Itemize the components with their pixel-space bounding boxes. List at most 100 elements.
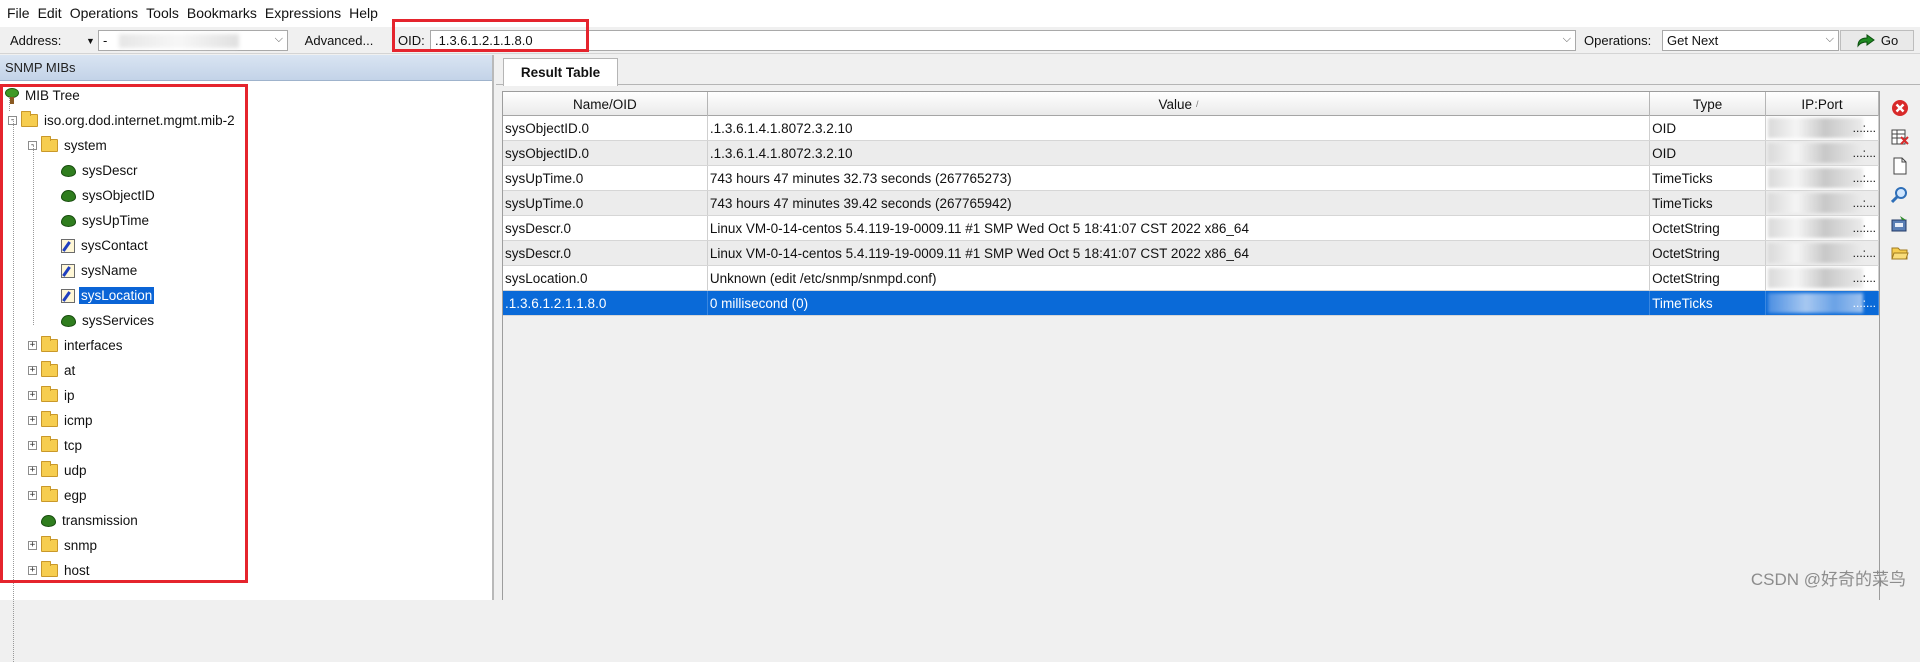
menu-file[interactable]: File (3, 0, 34, 27)
table-row[interactable]: .1.3.6.1.2.1.1.8.0 0 millisecond (0) TimeT… (503, 291, 1880, 316)
sort-indicator-icon: / (1196, 99, 1199, 109)
menu-expressions[interactable]: Expressions (261, 0, 345, 27)
result-table: Name/OID Value / Type IP:Port sysObjectID… (502, 91, 1880, 600)
cell-ip-port: ...:... (1766, 166, 1880, 190)
cell-ip-port: ...:... (1766, 191, 1880, 215)
column-header-label: IP:Port (1801, 96, 1843, 112)
cell-name: sysObjectID.0 (503, 141, 708, 165)
menu-edit[interactable]: Edit (34, 0, 66, 27)
column-header-label: Name/OID (573, 96, 637, 112)
cell-ip-port: ...:... (1766, 141, 1880, 165)
menu-bar: File Edit Operations Tools Bookmarks Exp… (0, 0, 1920, 27)
redacted-ip-blur (1768, 118, 1864, 138)
chevron-down-icon[interactable]: ⌵ (275, 33, 283, 46)
column-header-label: Type (1692, 96, 1723, 112)
ip-port-text: ...:... (1852, 146, 1877, 160)
tab-strip: Result Table (496, 55, 1920, 86)
table-body: sysObjectID.0.1.3.6.1.4.1.8072.3.2.10 OID… (503, 116, 1880, 316)
cell-type: TimeTicks (1650, 291, 1767, 315)
ip-port-text: ...:... (1852, 121, 1877, 135)
cell-value: .1.3.6.1.4.1.8072.3.2.10 (708, 116, 1651, 140)
column-header-type[interactable]: Type (1650, 92, 1767, 116)
column-header-value[interactable]: Value / (708, 92, 1651, 116)
cell-value: Unknown (edit /etc/snmp/snmpd.conf) (708, 266, 1651, 290)
cell-ip-port: ...:... (1766, 291, 1880, 315)
open-folder-icon[interactable] (1891, 244, 1909, 262)
ip-port-text: ...:... (1852, 196, 1877, 210)
cell-name: sysObjectID.0 (503, 116, 708, 140)
cell-type: TimeTicks (1650, 191, 1767, 215)
cell-name: sysDescr.0 (503, 216, 708, 240)
redacted-ip-blur (1768, 218, 1864, 238)
go-label: Go (1880, 33, 1899, 48)
ip-port-text: ...:... (1852, 221, 1877, 235)
table-row[interactable]: sysUpTime.0 743 hours 47 minutes 32.73 se… (503, 166, 1880, 191)
cell-ip-port: ...:... (1766, 266, 1880, 290)
save-icon[interactable] (1891, 215, 1909, 233)
column-header-ip-port[interactable]: IP:Port (1766, 92, 1879, 116)
table-header: Name/OID Value / Type IP:Port (503, 92, 1879, 116)
operations-select[interactable]: Get Next ⌵ (1662, 30, 1839, 51)
table-row[interactable]: sysDescr.0 Linux VM-0-14-centos 5.4.119-1… (503, 216, 1880, 241)
chevron-down-icon[interactable]: ⌵ (1563, 33, 1571, 46)
menu-help[interactable]: Help (345, 0, 382, 27)
cell-value: 743 hours 47 minutes 39.42 seconds (2677… (708, 191, 1651, 215)
advanced-button[interactable]: Advanced... (296, 30, 382, 51)
delete-icon[interactable] (1891, 99, 1909, 117)
clear-table-icon[interactable] (1891, 128, 1909, 146)
watermark: CSDN @好奇的菜鸟 (1750, 570, 1906, 589)
cell-name: sysDescr.0 (503, 241, 708, 265)
cell-name: sysLocation.0 (503, 266, 708, 290)
address-history-arrow-icon[interactable]: ▼ (86, 27, 95, 54)
tab-result-table[interactable]: Result Table (503, 58, 618, 86)
ip-port-text: ...:... (1852, 246, 1877, 260)
cell-type: OctetString (1650, 241, 1767, 265)
redacted-ip-blur (1768, 193, 1864, 213)
table-row[interactable]: sysDescr.0 Linux VM-0-14-centos 5.4.119-1… (503, 241, 1880, 266)
cell-value: Linux VM-0-14-centos 5.4.119-19-0009.11 … (708, 216, 1651, 240)
redacted-ip-blur (1768, 268, 1864, 288)
cell-ip-port: ...:... (1766, 116, 1880, 140)
go-arrow-icon (1857, 33, 1875, 48)
redacted-ip-blur (1768, 243, 1864, 263)
address-blur (119, 34, 239, 48)
cell-name: sysUpTime.0 (503, 166, 708, 190)
menu-tools[interactable]: Tools (142, 0, 183, 27)
side-toolbar (1882, 91, 1916, 600)
ip-port-text: ...:... (1852, 171, 1877, 185)
document-icon[interactable] (1891, 157, 1909, 175)
cell-type: OID (1650, 141, 1767, 165)
column-header-name-oid[interactable]: Name/OID (503, 92, 708, 116)
cell-type: OctetString (1650, 266, 1767, 290)
cell-value: Linux VM-0-14-centos 5.4.119-19-0009.11 … (708, 241, 1651, 265)
cell-value: 743 hours 47 minutes 32.73 seconds (2677… (708, 166, 1651, 190)
table-row[interactable]: sysLocation.0 Unknown (edit /etc/snmp/snm… (503, 266, 1880, 291)
result-panel: Result Table Name/OID Value / Type IP:Por… (496, 55, 1920, 600)
operation-value: Get Next (1667, 33, 1719, 48)
address-combo[interactable]: - ⌵ (98, 30, 288, 51)
column-header-label: Value (1158, 96, 1192, 112)
oid-combo[interactable]: .1.3.6.1.2.1.1.8.0 ⌵ (430, 30, 1576, 51)
go-button[interactable]: Go (1840, 30, 1914, 51)
table-row[interactable]: sysObjectID.0.1.3.6.1.4.1.8072.3.2.10 OID… (503, 116, 1880, 141)
table-row[interactable]: sysUpTime.0 743 hours 47 minutes 39.42 se… (503, 191, 1880, 216)
cell-name: .1.3.6.1.2.1.1.8.0 (503, 291, 708, 315)
mib-tree-highlight-box (0, 84, 248, 583)
menu-bookmarks[interactable]: Bookmarks (183, 0, 261, 27)
operations-label: Operations: (1584, 33, 1652, 48)
cell-ip-port: ...:... (1766, 216, 1880, 240)
menu-operations[interactable]: Operations (66, 0, 142, 27)
panel-header: SNMP MIBs (0, 55, 492, 81)
redacted-ip-blur (1768, 293, 1864, 313)
redacted-ip-blur (1768, 143, 1864, 163)
table-row[interactable]: sysObjectID.0.1.3.6.1.4.1.8072.3.2.10 OID… (503, 141, 1880, 166)
cell-type: TimeTicks (1650, 166, 1767, 190)
chevron-down-icon[interactable]: ⌵ (1826, 33, 1834, 46)
cell-ip-port: ...:... (1766, 241, 1880, 265)
toolbar: Address: ▼ - ⌵ Advanced... OID: .1.3.6.1… (0, 27, 1920, 54)
ip-port-text: ...:... (1852, 271, 1877, 285)
oid-highlight-box (392, 19, 589, 52)
ip-port-text: ...:... (1852, 296, 1877, 310)
cell-type: OctetString (1650, 216, 1767, 240)
find-icon[interactable] (1891, 186, 1909, 204)
